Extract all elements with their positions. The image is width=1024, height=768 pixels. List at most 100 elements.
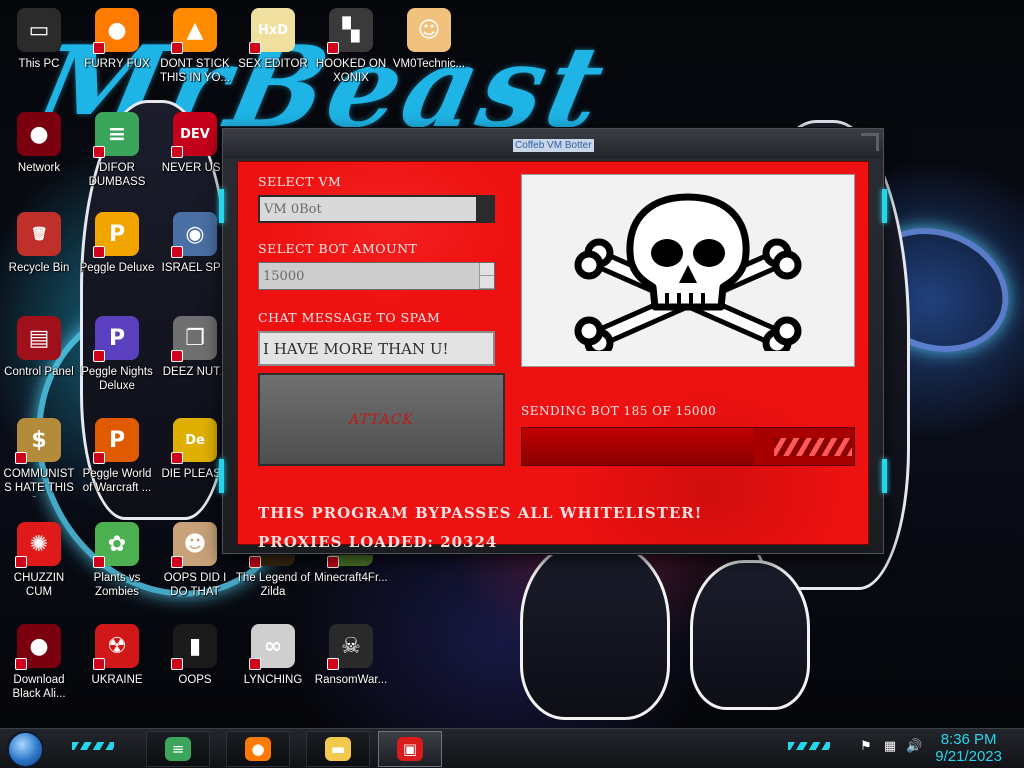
window-accent bbox=[882, 189, 887, 223]
spin-up-arrow[interactable] bbox=[480, 263, 494, 276]
wallpaper-figure bbox=[690, 560, 810, 710]
desktop-icon[interactable]: ▭ This PC bbox=[0, 4, 78, 104]
shortcut-arrow-icon bbox=[15, 658, 27, 670]
select-vm-dropdown[interactable]: VM 0Bot bbox=[258, 195, 495, 223]
red-orb-icon: ● bbox=[15, 624, 61, 670]
shortcut-arrow-icon bbox=[249, 556, 261, 568]
desktop-icon-label: Recycle Bin bbox=[8, 262, 70, 274]
cmd-icon: ▮ bbox=[171, 624, 217, 670]
desktop-icon[interactable]: HxD SEX EDITOR bbox=[234, 4, 312, 104]
progress-animation-stripes bbox=[774, 438, 852, 456]
taskbar-app-file-explorer[interactable]: ▬ bbox=[306, 731, 370, 767]
shortcut-arrow-icon bbox=[171, 452, 183, 464]
desktop-icon-label: Network bbox=[17, 162, 61, 174]
shortcut-arrow-icon bbox=[171, 246, 183, 258]
desktop-icon[interactable]: ▲ DONT STICK THIS IN YO... bbox=[156, 4, 234, 104]
desktop-icon[interactable]: P Peggle Nights Deluxe bbox=[78, 312, 156, 412]
desktop-icon-label: LYNCHING bbox=[243, 674, 303, 686]
proxies-loaded-text: PROXIES LOADED: 20324 bbox=[258, 533, 498, 551]
discord-icon: ≡ bbox=[165, 737, 191, 761]
desktop-icon-label: Peggle World of Warcraft ... bbox=[82, 468, 152, 494]
shortcut-arrow-icon bbox=[93, 452, 105, 464]
spin-down-arrow[interactable] bbox=[480, 276, 494, 289]
bot-amount-spinner[interactable]: 15000 bbox=[258, 262, 495, 290]
desktop-icon[interactable]: ● Download Black Ali... bbox=[0, 620, 78, 720]
doctor-icon: ☺ bbox=[407, 8, 451, 52]
desktop-icon-label: The Legend of Zilda bbox=[235, 572, 311, 598]
desktop-icon[interactable]: ● FURRY FUX bbox=[78, 4, 156, 104]
desktop-icon[interactable]: P Peggle Deluxe bbox=[78, 208, 156, 308]
shortcut-arrow-icon bbox=[327, 556, 339, 568]
taskbar-app-firefox[interactable]: ● bbox=[226, 731, 290, 767]
shortcut-arrow-icon bbox=[327, 42, 339, 54]
network-icon[interactable]: ▦ bbox=[882, 739, 898, 755]
shortcut-arrow-icon bbox=[15, 556, 27, 568]
desktop-icon[interactable]: $ COMMUNISTS HATE THIS G... bbox=[0, 414, 78, 514]
desktop-icon[interactable]: ▤ Control Panel bbox=[0, 312, 78, 412]
desktop-icon[interactable]: P Peggle World of Warcraft ... bbox=[78, 414, 156, 514]
shortcut-arrow-icon bbox=[171, 42, 183, 54]
desktop-icon[interactable]: ▚ HOOKED ON XONIX bbox=[312, 4, 390, 104]
firefox-icon: ● bbox=[93, 8, 139, 54]
desktop-icon[interactable]: ☢ UKRAINE bbox=[78, 620, 156, 720]
desktop-icon-label: Peggle Nights Deluxe bbox=[81, 366, 153, 392]
vlc-cone-icon: ▲ bbox=[171, 8, 217, 54]
desktop-icon[interactable]: ∞ LYNCHING bbox=[234, 620, 312, 720]
discord-icon: ≡ bbox=[93, 112, 139, 158]
taskbar-app-discord[interactable]: ≡ bbox=[146, 731, 210, 767]
desktop-icon-label: COMMUNISTS HATE THIS G... bbox=[3, 468, 75, 497]
dropdown-button[interactable] bbox=[476, 197, 493, 221]
plant-icon: ✿ bbox=[93, 522, 139, 568]
progress-bar bbox=[521, 427, 855, 466]
desktop-icon[interactable]: ☠ RansomWar... bbox=[312, 620, 390, 720]
window-accent bbox=[882, 459, 887, 493]
window-stack-icon: ❐ bbox=[171, 316, 217, 362]
desktop-icon-label: SEX EDITOR bbox=[238, 58, 308, 70]
firefox-icon: ● bbox=[245, 737, 271, 761]
desktop-icon-label: OOPS DID I DO THAT bbox=[163, 572, 227, 598]
vm-botter-window[interactable]: Coffeb VM Botter SELECT VM VM 0Bot SELEC… bbox=[219, 128, 887, 554]
desktop-icon[interactable]: ✺ CHUZZIN CUM bbox=[0, 518, 78, 618]
shortcut-arrow-icon bbox=[93, 556, 105, 568]
desktop-icon[interactable]: ✿ Plants vs Zombies bbox=[78, 518, 156, 618]
de-icon: De bbox=[171, 418, 217, 464]
main-panel: SELECT VM VM 0Bot SELECT BOT AMOUNT 1500… bbox=[237, 161, 869, 551]
desktop-icon[interactable]: ● Network bbox=[0, 108, 78, 208]
wallpaper-figure bbox=[520, 540, 670, 720]
hxd-icon: HxD bbox=[249, 8, 295, 54]
taskbar-app-vm-botter[interactable]: ▣ bbox=[378, 731, 442, 767]
clock-time: 8:36 PM bbox=[940, 731, 997, 748]
progress-fill bbox=[522, 428, 755, 465]
desktop-icon-label: RansomWar... bbox=[314, 674, 388, 686]
desktop-icon-label: Peggle Deluxe bbox=[79, 262, 155, 274]
desktop-icon[interactable]: ≡ DIFOR DUMBASS bbox=[78, 108, 156, 208]
skull-icon: ☠ bbox=[327, 624, 373, 670]
desktop-icon[interactable]: ▮ OOPS bbox=[156, 620, 234, 720]
start-button[interactable] bbox=[7, 731, 44, 768]
flag-icon[interactable]: ⚑ bbox=[858, 739, 874, 755]
monitor-icon: ▭ bbox=[17, 8, 61, 52]
peggle-wow-icon: P bbox=[93, 418, 139, 464]
shortcut-arrow-icon bbox=[171, 556, 183, 568]
bypass-warning-text: THIS PROGRAM BYPASSES ALL WHITELISTER! bbox=[258, 504, 703, 522]
spinner-arrows[interactable] bbox=[479, 263, 494, 289]
window-corner-decoration bbox=[861, 133, 879, 151]
shortcut-arrow-icon bbox=[93, 146, 105, 158]
shortcut-arrow-icon bbox=[249, 658, 261, 670]
chat-message-input[interactable]: I HAVE MORE THAN U! bbox=[258, 331, 495, 366]
desktop-icon[interactable]: ☺ VM0Technic... bbox=[390, 4, 468, 104]
attack-button[interactable]: ATTACK bbox=[258, 373, 505, 466]
desktop-icon-label: UKRAINE bbox=[91, 674, 143, 686]
shortcut-arrow-icon bbox=[93, 350, 105, 362]
skull-image-box bbox=[521, 174, 855, 367]
bot-amount-value: 15000 bbox=[263, 268, 305, 284]
speaker-icon[interactable]: 🔊 bbox=[906, 739, 922, 755]
desktop-icon[interactable]: 🗑 Recycle Bin bbox=[0, 208, 78, 308]
app-window-icon: ▣ bbox=[397, 737, 423, 761]
dev-cpp-icon: DEV bbox=[171, 112, 217, 158]
peggle-nights-icon: P bbox=[93, 316, 139, 362]
clock[interactable]: 8:36 PM 9/21/2023 bbox=[935, 731, 1002, 765]
window-title-bar[interactable]: Coffeb VM Botter bbox=[223, 129, 883, 159]
shortcut-arrow-icon bbox=[171, 350, 183, 362]
desktop-icon-label: DIFOR DUMBASS bbox=[88, 162, 146, 188]
